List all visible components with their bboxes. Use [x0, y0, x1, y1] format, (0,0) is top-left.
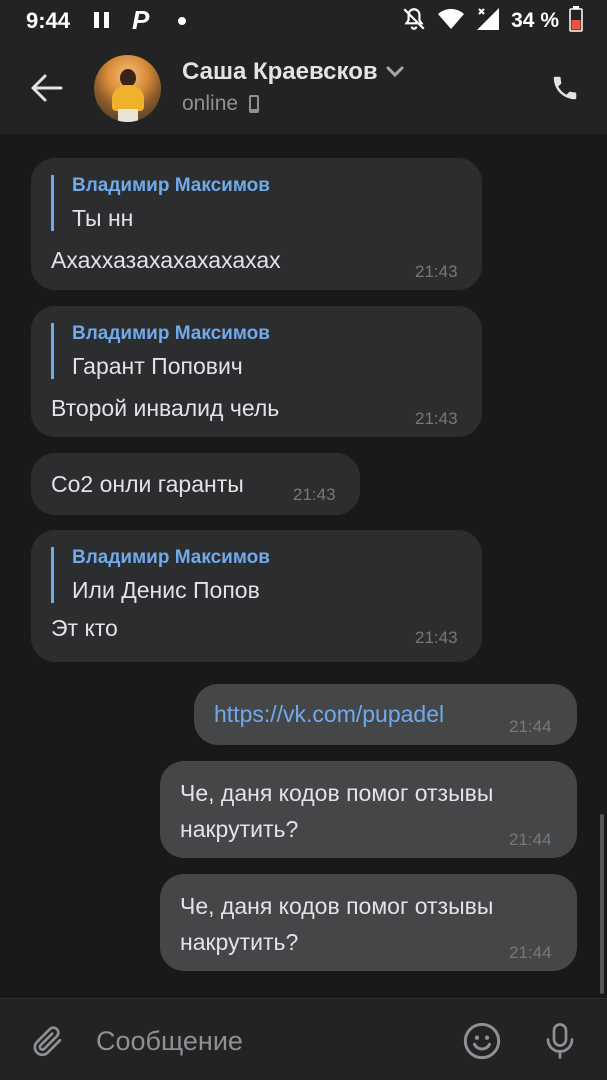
message-text: Второй инвалид чель: [51, 395, 280, 421]
voice-message-button[interactable]: [538, 1019, 582, 1063]
emoji-button[interactable]: [460, 1019, 504, 1063]
message-text: Со2 онли гаранты: [51, 471, 244, 497]
call-button[interactable]: [545, 68, 585, 108]
message-link[interactable]: https://vk.com/pupadel: [214, 696, 444, 732]
message-bubble[interactable]: Владимир Максимов Гарант Попович Второй …: [31, 306, 482, 437]
reply-text: Гарант Попович: [72, 353, 243, 379]
battery-percent: 34 %: [511, 9, 559, 32]
message-time: 21:43: [415, 409, 458, 428]
mobile-device-icon: [249, 95, 260, 113]
microphone-icon: [546, 1023, 574, 1059]
reply-quote[interactable]: Владимир Максимов Гарант Попович: [51, 323, 270, 379]
status-time: 9:44: [26, 8, 71, 33]
chat-header: Саша Краевсков online: [0, 42, 607, 134]
contact-name: Саша Краевсков: [182, 58, 378, 85]
paperclip-icon: [33, 1026, 62, 1057]
battery-icon: [569, 5, 583, 37]
phone-icon: [553, 76, 577, 100]
reply-text: Или Денис Попов: [72, 577, 260, 603]
attach-button[interactable]: [26, 1019, 70, 1063]
message-text: Ахаххазахахахахахах: [51, 247, 281, 273]
pause-icon: [94, 12, 110, 28]
scrollbar[interactable]: [600, 814, 604, 994]
reply-quote[interactable]: Владимир Максимов Или Денис Попов: [51, 547, 270, 603]
chevron-down-icon: [386, 66, 404, 78]
message-time: 21:44: [509, 830, 552, 849]
message-bubble[interactable]: https://vk.com/pupadel 21:44: [194, 684, 577, 745]
avatar[interactable]: [94, 55, 161, 122]
message-time: 21:43: [415, 628, 458, 647]
reply-text: Ты нн: [72, 205, 134, 231]
mute-icon: [401, 6, 427, 37]
message-composer: [0, 998, 607, 1080]
message-text: Эт кто: [51, 615, 118, 641]
message-bubble[interactable]: Со2 онли гаранты 21:43: [31, 453, 360, 515]
reply-author: Владимир Максимов: [72, 175, 270, 196]
reply-author: Владимир Максимов: [72, 547, 270, 568]
message-bubble[interactable]: Че, даня кодов помог отзывы накрутить? 2…: [160, 874, 577, 971]
reply-author: Владимир Максимов: [72, 323, 270, 344]
notification-dot-icon: [178, 17, 186, 25]
message-bubble[interactable]: Владимир Максимов Ты нн Ахаххазахахахаха…: [31, 158, 482, 290]
contact-status: online: [182, 92, 260, 116]
status-bar: 9:44 P 34 %: [0, 0, 607, 42]
message-bubble[interactable]: Владимир Максимов Или Денис Попов Эт кто…: [31, 530, 482, 662]
message-time: 21:43: [293, 485, 336, 504]
back-button[interactable]: [22, 66, 70, 110]
message-input[interactable]: [96, 1021, 436, 1061]
message-list[interactable]: Владимир Максимов Ты нн Ахаххазахахахаха…: [0, 134, 607, 998]
message-time: 21:44: [509, 717, 552, 736]
signal-icon: [475, 6, 501, 37]
reply-quote[interactable]: Владимир Максимов Ты нн: [51, 175, 270, 231]
message-bubble[interactable]: Че, даня кодов помог отзывы накрутить? 2…: [160, 761, 577, 858]
message-time: 21:43: [415, 262, 458, 281]
message-time: 21:44: [509, 943, 552, 962]
back-arrow-icon: [31, 74, 63, 102]
wifi-icon: [437, 7, 465, 36]
contact-name-button[interactable]: Саша Краевсков: [182, 58, 404, 86]
p-app-icon: P: [132, 5, 150, 35]
emoji-icon: [463, 1022, 501, 1060]
